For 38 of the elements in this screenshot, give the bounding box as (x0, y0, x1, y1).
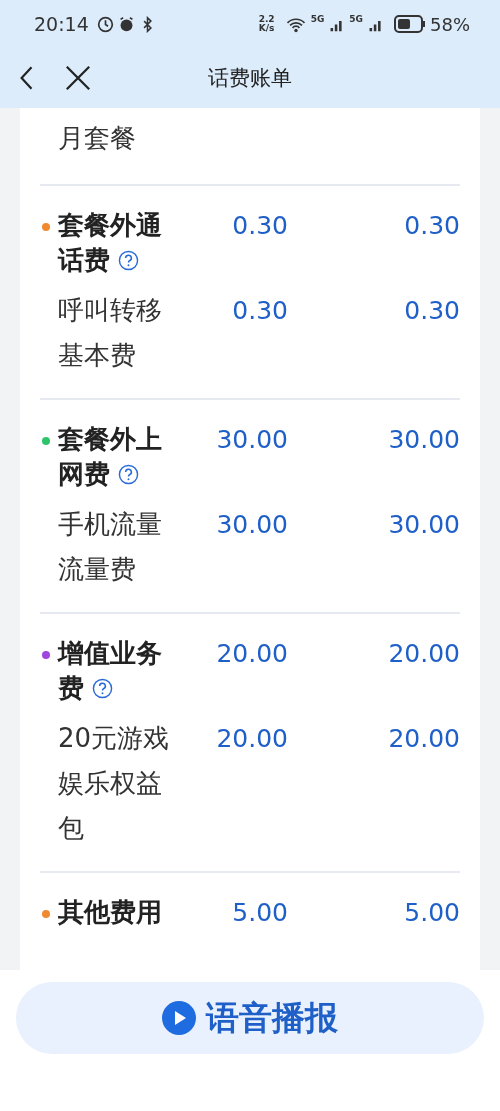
fee-item-name: 月套餐 (58, 123, 136, 153)
fee-item-name: 20元游戏娱乐权益包 (58, 722, 171, 845)
category-title: 增值业务费 (58, 637, 163, 705)
amount: 20.00 (387, 723, 460, 755)
amount: 20.00 (387, 638, 460, 670)
amount: 30.00 (215, 424, 288, 456)
help-icon[interactable] (118, 464, 139, 485)
close-icon (64, 64, 92, 92)
network-speed: 2.2 K/s (258, 15, 276, 33)
amount: 0.30 (403, 295, 460, 327)
category-title: 套餐外通话费 (58, 209, 163, 277)
amount: 30.00 (387, 424, 460, 456)
alarm-icon (117, 15, 135, 33)
fee-item-name: 呼叫转移基本费 (58, 294, 163, 372)
amount: 20.00 (215, 638, 288, 670)
battery-icon (394, 15, 426, 33)
amount: 5.00 (231, 897, 288, 929)
amount: 20.00 (215, 723, 288, 755)
battery-percent: 58% (430, 13, 470, 35)
amount: 0.30 (403, 210, 460, 242)
status-time: 20:14 (34, 13, 89, 35)
amount: 30.00 (215, 509, 288, 541)
help-icon[interactable] (118, 250, 139, 271)
fee-item-name: 手机流量流量费 (58, 508, 163, 586)
amount: 5.00 (403, 897, 460, 929)
wifi-icon (284, 15, 307, 33)
page-title: 话费账单 (207, 65, 293, 92)
play-icon (162, 1001, 196, 1035)
amount: 0.30 (231, 210, 288, 242)
network-type: 5G (349, 14, 363, 24)
amount: 30.00 (387, 509, 460, 541)
amount: 0.30 (231, 295, 288, 327)
network-type: 5G (310, 14, 325, 24)
voice-broadcast-button[interactable]: 语音播报 (16, 982, 484, 1054)
help-icon[interactable] (92, 678, 113, 699)
category-title: 套餐外上网费 (58, 423, 163, 491)
clock-icon (96, 15, 114, 33)
category-title: 其他费用 (58, 896, 163, 929)
